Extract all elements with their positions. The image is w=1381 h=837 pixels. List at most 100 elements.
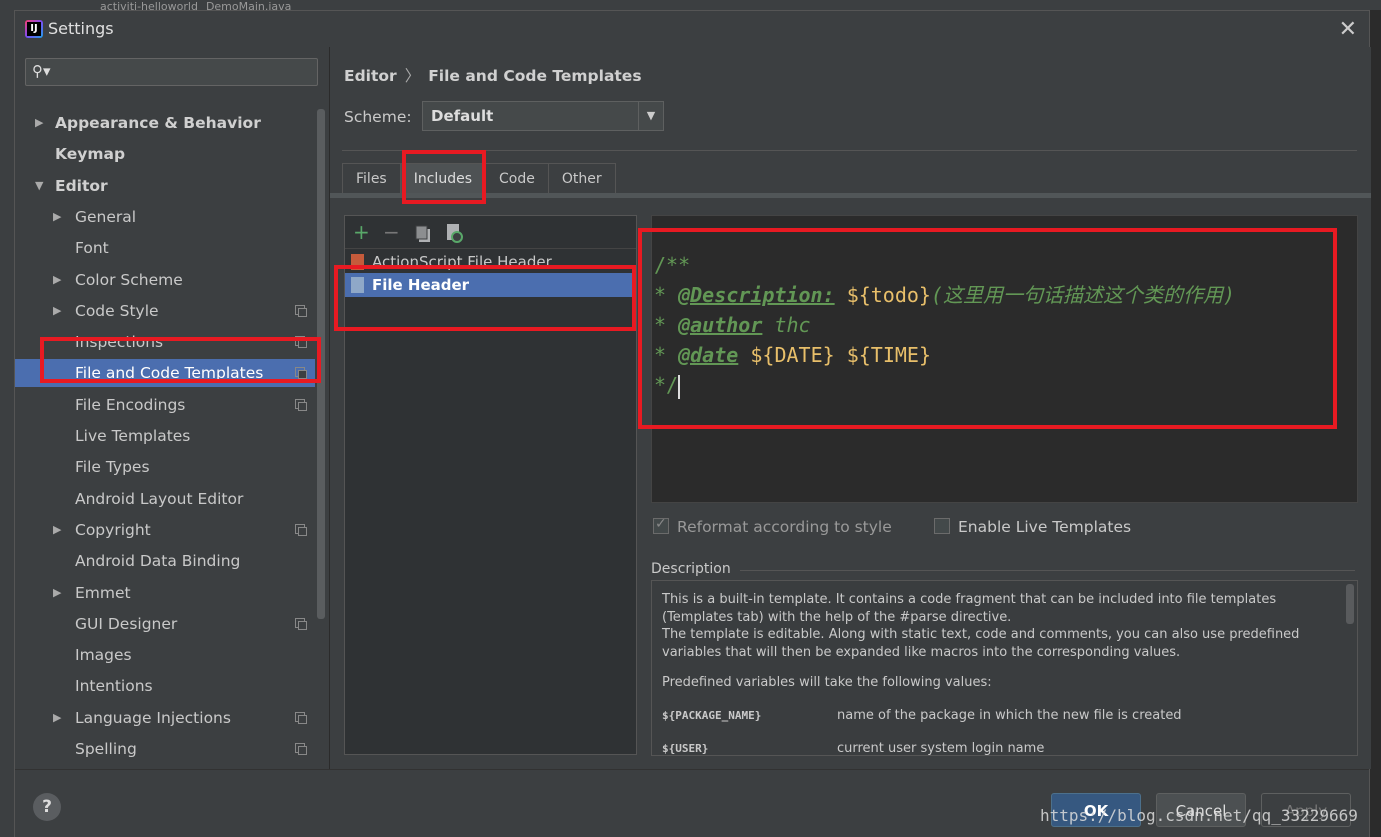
text-caret (678, 374, 681, 399)
search-input[interactable]: ⚲▾ (25, 58, 318, 86)
sidebar-item[interactable]: ▶ Appearance & Behavior (15, 109, 315, 137)
intellij-logo-icon (25, 20, 43, 38)
sidebar-item[interactable]: File and Code Templates (15, 359, 315, 388)
sidebar-item[interactable]: ▶ Code Style (15, 297, 315, 325)
sidebar-item[interactable]: Android Data Binding (15, 547, 315, 575)
tab-code[interactable]: Code (485, 163, 549, 194)
sidebar-item-label: Images (75, 646, 132, 665)
settings-content: Editor 〉 File and Code Templates Scheme: D… (329, 47, 1371, 769)
add-icon[interactable]: + (353, 220, 370, 244)
description-text: Predefined variables will take the follo… (662, 675, 992, 690)
reformat-checkbox[interactable]: Reformat according to style (653, 516, 892, 536)
sidebar-item-label: Copyright (75, 520, 151, 539)
file-icon (351, 277, 364, 293)
divider (740, 570, 1355, 571)
background-tab: activiti-helloworld (100, 0, 198, 10)
close-button[interactable]: ✕ (1339, 17, 1357, 42)
checkbox-box[interactable] (934, 517, 950, 534)
javadoc-tag: @author (678, 313, 763, 337)
sidebar-item[interactable]: ▶ General (15, 203, 315, 231)
live-templates-checkbox[interactable]: Enable Live Templates (934, 517, 1132, 536)
template-tabs: Files Includes Code Other (342, 163, 616, 194)
sidebar-item-label: File Encodings (75, 395, 186, 414)
code-line: /** (654, 253, 691, 277)
sidebar-item-label: Code Style (75, 301, 159, 320)
sidebar-item-label: File Types (75, 458, 150, 477)
template-toolbar: + − (345, 216, 636, 249)
code-text: (这里用一句话描述这个类的作用) (930, 283, 1236, 307)
code-line: */ (654, 373, 679, 397)
sidebar-item[interactable]: Inspections (15, 328, 315, 356)
file-icon (351, 254, 364, 270)
ide-background-left (0, 10, 14, 837)
divider (342, 150, 1357, 151)
code-prefix: * (654, 283, 679, 307)
description-scrollbar[interactable] (1346, 584, 1354, 624)
sidebar-item[interactable]: ▼ Editor (15, 172, 315, 200)
sidebar-item[interactable]: GUI Designer (15, 610, 315, 638)
sidebar-item[interactable]: ▶ Emmet (15, 579, 315, 607)
sidebar-item-label: Keymap (55, 145, 126, 164)
sidebar-item[interactable]: Font (15, 234, 315, 262)
scheme-value: Default (431, 107, 494, 125)
sidebar-item-label: Emmet (75, 583, 131, 602)
remove-icon[interactable]: − (383, 220, 400, 244)
sidebar-item[interactable]: Images (15, 641, 315, 669)
javadoc-tag: @date (678, 343, 739, 367)
copy-icon[interactable] (415, 224, 431, 242)
sidebar-item[interactable]: Live Templates (15, 422, 315, 450)
chevron-right-icon[interactable]: ▶ (53, 266, 61, 294)
scheme-dropdown[interactable]: Default ▼ (422, 101, 664, 131)
project-level-icon (295, 523, 307, 536)
sidebar-item[interactable]: File Encodings (15, 391, 315, 419)
sidebar-item[interactable]: Spelling (15, 735, 315, 763)
sidebar-item-label: Appearance & Behavior (55, 114, 261, 132)
chevron-right-icon[interactable]: ▶ (53, 203, 61, 231)
description-box: This is a built-in template. It contains… (651, 580, 1358, 756)
reset-icon[interactable] (445, 223, 463, 243)
variable-key: ${PACKAGE_NAME} (662, 709, 762, 722)
template-editor[interactable]: /** * @Description: ${todo}(这里用一句话描述这个类的… (651, 215, 1358, 503)
sidebar-item-label: File and Code Templates (75, 364, 264, 383)
sidebar-item[interactable]: Android Layout Editor (15, 485, 315, 513)
chevron-right-icon[interactable]: ▶ (53, 297, 61, 325)
help-button[interactable]: ? (33, 793, 61, 821)
chevron-down-icon[interactable]: ▼ (35, 172, 43, 200)
project-level-icon (295, 617, 307, 630)
variable-key: ${USER} (662, 742, 709, 755)
code-prefix: * (654, 313, 679, 337)
sidebar-item[interactable]: File Types (15, 453, 315, 481)
sidebar-item[interactable]: ▶ Language Injections (15, 704, 315, 732)
sidebar-item-label: Font (75, 239, 109, 258)
tab-underline (330, 193, 1371, 198)
background-tab: DemoMain.java (205, 0, 292, 10)
sidebar-item[interactable]: ▶ Color Scheme (15, 266, 315, 294)
dialog-footer: ? OK Cancel Apply (15, 769, 1369, 837)
code-prefix: * (654, 343, 679, 367)
search-icon: ⚲▾ (32, 62, 51, 80)
sidebar-item-label: Live Templates (75, 427, 191, 445)
live-templates-label: Enable Live Templates (958, 518, 1132, 536)
checkbox-box[interactable] (653, 516, 669, 534)
tab-other[interactable]: Other (547, 163, 616, 194)
chevron-right-icon[interactable]: ▶ (35, 109, 43, 137)
template-label: File Header (372, 276, 470, 294)
tab-files[interactable]: Files (342, 163, 401, 194)
chevron-right-icon[interactable]: ▶ (53, 704, 61, 732)
sidebar-item-label: Color Scheme (75, 270, 183, 289)
sidebar-item[interactable]: ▶ Copyright (15, 516, 315, 544)
code-area[interactable]: /** * @Description: ${todo}(这里用一句话描述这个类的… (654, 250, 1235, 400)
chevron-right-icon[interactable]: ▶ (53, 579, 61, 607)
chevron-down-icon[interactable]: ▼ (638, 102, 663, 130)
sidebar-item[interactable]: Keymap (15, 140, 315, 168)
breadcrumb-separator: 〉 (404, 67, 421, 85)
tab-includes[interactable]: Includes (399, 163, 486, 194)
sidebar-item-label: Editor (55, 176, 108, 195)
sidebar-item[interactable]: Intentions (15, 672, 315, 700)
sidebar-scrollbar[interactable] (317, 109, 325, 619)
chevron-right-icon[interactable]: ▶ (53, 516, 61, 544)
project-level-icon (295, 304, 307, 317)
template-item[interactable]: File Header (345, 273, 636, 297)
template-item[interactable]: ActionScript File Header (345, 250, 636, 274)
javadoc-tag: @Description: (678, 283, 835, 307)
